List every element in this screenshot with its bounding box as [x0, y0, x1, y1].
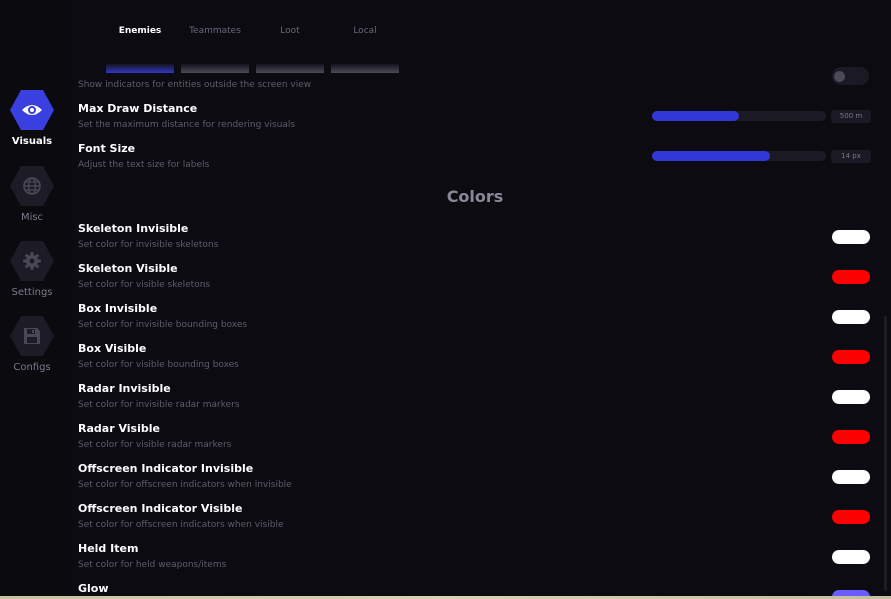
- tab-loot[interactable]: Loot: [256, 26, 324, 73]
- gear-icon: [23, 252, 41, 270]
- color-swatch[interactable]: [832, 230, 870, 244]
- slider-fill: [652, 111, 739, 121]
- color-row-title: Offscreen Indicator Invisible: [78, 462, 254, 475]
- color-row-desc: Set color for visible skeletons: [78, 280, 211, 290]
- color-row-desc: Set color for visible bounding boxes: [78, 360, 239, 370]
- color-row-desc: Set color for offscreen indicators when …: [78, 480, 292, 490]
- slider-fill: [652, 151, 771, 161]
- tab-indicator: [181, 64, 249, 73]
- font-size-value: 14 px: [831, 150, 871, 163]
- floppy-disk-icon: [24, 328, 40, 344]
- sidebar-item-label: Visuals: [11, 136, 53, 147]
- max-draw-distance-title: Max Draw Distance: [78, 102, 198, 115]
- color-swatch[interactable]: [832, 390, 870, 404]
- color-row-desc: Set color for held weapons/items: [78, 560, 227, 570]
- globe-icon: [23, 177, 41, 195]
- globe-icon-badge: [10, 166, 54, 206]
- color-row-title: Radar Invisible: [78, 382, 171, 395]
- color-row-title: Box Visible: [78, 342, 147, 355]
- color-swatch[interactable]: [832, 350, 870, 364]
- offscreen-indicators-toggle[interactable]: [832, 67, 869, 85]
- toggle-knob: [834, 71, 845, 82]
- color-row-title: Skeleton Visible: [78, 262, 178, 275]
- color-row-title: Radar Visible: [78, 422, 160, 435]
- gear-icon-badge: [10, 241, 54, 281]
- color-swatch[interactable]: [832, 430, 870, 444]
- sidebar-item-misc[interactable]: Misc: [0, 166, 64, 223]
- color-swatch[interactable]: [832, 310, 870, 324]
- sidebar-item-label: Configs: [13, 362, 51, 373]
- scrollbar[interactable]: [884, 316, 887, 591]
- sidebar-item-label: Settings: [11, 287, 53, 298]
- color-swatch[interactable]: [832, 510, 870, 524]
- max-draw-distance-slider[interactable]: [652, 111, 826, 121]
- color-row-title: Skeleton Invisible: [78, 222, 189, 235]
- tab-label: Enemies: [118, 26, 162, 36]
- color-row-desc: Set color for invisible skeletons: [78, 240, 219, 250]
- color-row-title: Glow: [78, 582, 109, 595]
- tab-teammates[interactable]: Teammates: [181, 26, 249, 73]
- color-row-title: Held Item: [78, 542, 139, 555]
- max-draw-distance-value: 500 m: [831, 110, 871, 123]
- color-row-desc: Set color for offscreen indicators when …: [78, 520, 284, 530]
- color-row-desc: Set color for invisible radar markers: [78, 400, 240, 410]
- eye-icon-badge: [10, 90, 54, 130]
- max-draw-distance-desc: Set the maximum distance for rendering v…: [78, 120, 296, 130]
- eye-icon: [22, 105, 42, 115]
- sidebar: Visuals Misc Settings Configs: [0, 0, 68, 599]
- offscreen-indicators-desc: Show indicators for entities outside the…: [78, 80, 312, 90]
- sidebar-item-configs[interactable]: Configs: [0, 316, 64, 373]
- color-row-desc: Set color for visible radar markers: [78, 440, 232, 450]
- sidebar-item-label: Misc: [20, 212, 44, 223]
- color-swatch[interactable]: [832, 550, 870, 564]
- color-swatch[interactable]: [832, 470, 870, 484]
- tab-enemies[interactable]: Enemies: [106, 26, 174, 73]
- font-size-desc: Adjust the text size for labels: [78, 160, 210, 170]
- tab-label: Teammates: [189, 26, 241, 36]
- tab-indicator: [331, 64, 399, 73]
- color-swatch[interactable]: [832, 270, 870, 284]
- color-row-title: Offscreen Indicator Visible: [78, 502, 243, 515]
- tab-local[interactable]: Local: [331, 26, 399, 73]
- tab-label: Local: [353, 26, 377, 36]
- floppy-disk-icon-badge: [10, 316, 54, 356]
- font-size-title: Font Size: [78, 142, 136, 155]
- color-row-desc: Set color for invisible bounding boxes: [78, 320, 248, 330]
- tab-indicator: [256, 64, 324, 73]
- sidebar-item-settings[interactable]: Settings: [0, 241, 64, 298]
- tab-indicator: [106, 64, 174, 73]
- section-title-colors: Colors: [446, 187, 504, 206]
- tab-label: Loot: [280, 26, 300, 36]
- font-size-slider[interactable]: [652, 151, 826, 161]
- sidebar-item-visuals[interactable]: Visuals: [0, 90, 64, 147]
- color-row-title: Box Invisible: [78, 302, 158, 315]
